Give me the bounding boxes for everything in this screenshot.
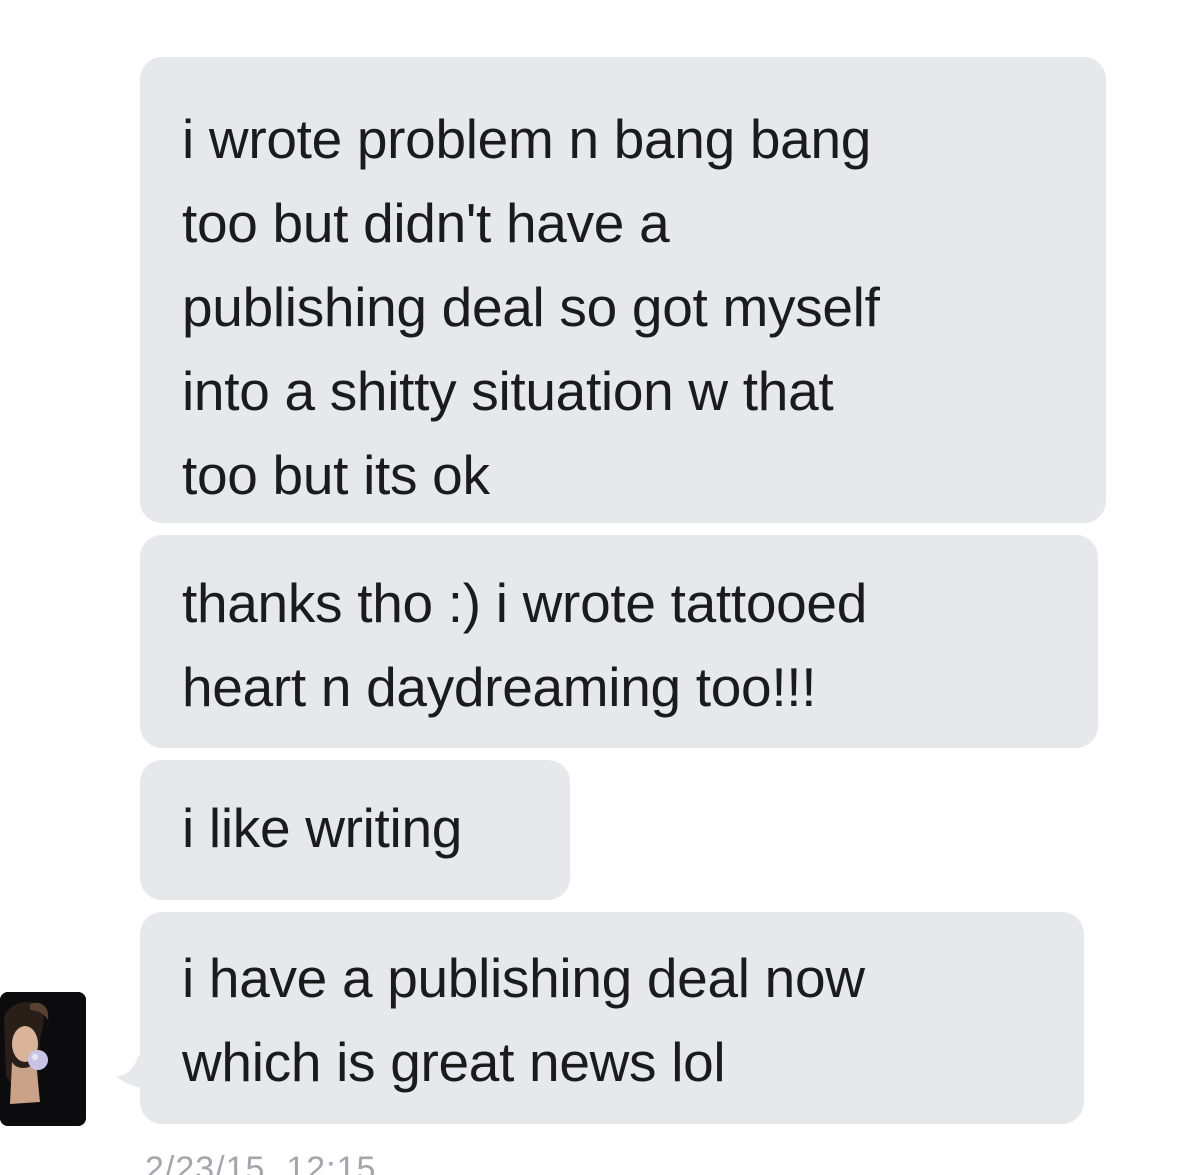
message-timestamp: 2/23/15, 12:15	[145, 1150, 377, 1175]
bubble-tail-icon	[116, 1056, 154, 1090]
message-bubble[interactable]: i like writing	[140, 760, 570, 900]
message-bubble[interactable]: i wrote problem n bang bang too but didn…	[140, 57, 1106, 523]
message-bubble[interactable]: i have a publishing deal now which is gr…	[140, 912, 1084, 1124]
message-bubble[interactable]: thanks tho :) i wrote tattooed heart n d…	[140, 535, 1098, 748]
avatar[interactable]	[0, 992, 86, 1126]
contact-avatar-photo-icon	[0, 992, 86, 1126]
